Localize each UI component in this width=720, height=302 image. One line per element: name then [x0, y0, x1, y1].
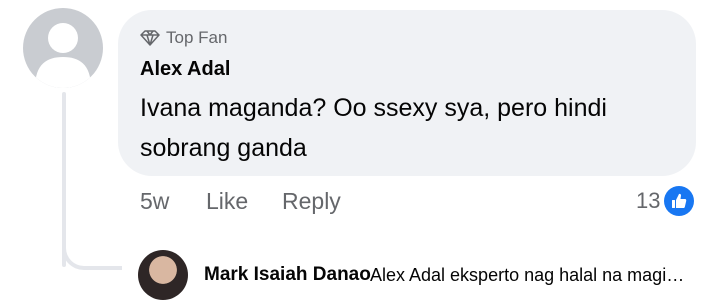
- thread-connector: [62, 232, 122, 270]
- reply-preview-text[interactable]: Alex Adal eksperto nag halal na magin...: [370, 265, 690, 286]
- comment-age[interactable]: 5w: [140, 188, 169, 215]
- comment-text: Ivana maganda? Oo ssexy sya, pero hindi …: [140, 94, 607, 162]
- like-button[interactable]: Like: [206, 188, 248, 215]
- thumbs-up-icon: [672, 193, 687, 208]
- reaction-count[interactable]: 13: [636, 188, 660, 214]
- reply-author[interactable]: Mark Isaiah Danao: [204, 264, 371, 286]
- diamond-icon: [140, 30, 160, 46]
- like-reaction-icon[interactable]: [664, 186, 694, 216]
- comment-author[interactable]: Alex Adal: [140, 58, 230, 81]
- reply-author-avatar[interactable]: [138, 250, 188, 300]
- badge-label: Top Fan: [166, 28, 228, 47]
- default-avatar-icon: [35, 23, 91, 88]
- top-fan-badge: Top Fan: [140, 28, 227, 48]
- avatar[interactable]: [23, 8, 103, 88]
- reply-button[interactable]: Reply: [282, 188, 341, 215]
